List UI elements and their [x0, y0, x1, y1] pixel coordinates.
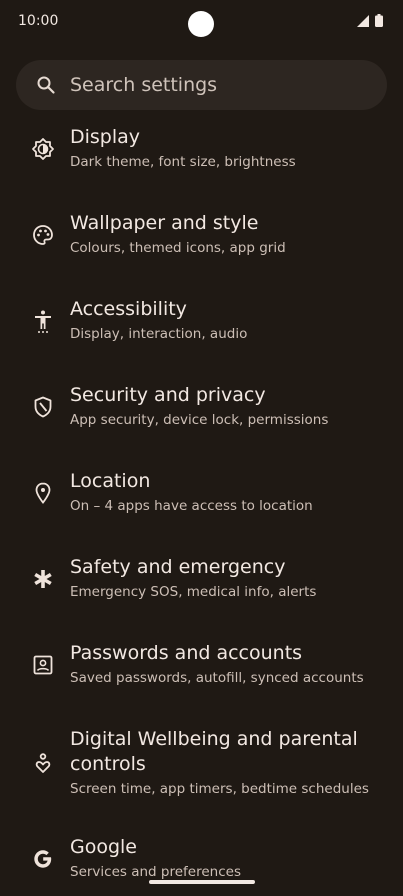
search-icon: [36, 75, 56, 95]
settings-item-passwords[interactable]: Passwords and accounts Saved passwords, …: [0, 632, 403, 712]
settings-item-display[interactable]: Display Dark theme, font size, brightnes…: [0, 116, 403, 196]
item-subtitle: Emergency SOS, medical info, alerts: [70, 584, 317, 600]
item-title: Digital Wellbeing and parental controls: [70, 728, 358, 775]
emergency-asterisk-icon: [30, 566, 56, 592]
item-title: Security and privacy: [70, 384, 266, 406]
search-bar[interactable]: Search settings: [16, 60, 387, 110]
home-indicator[interactable]: [149, 880, 255, 884]
item-subtitle: On – 4 apps have access to location: [70, 498, 313, 514]
settings-item-wallpaper[interactable]: Wallpaper and style Colours, themed icon…: [0, 202, 403, 282]
settings-item-wellbeing[interactable]: Digital Wellbeing and parental controls …: [0, 718, 403, 818]
item-subtitle: Services and preferences: [70, 864, 241, 880]
item-subtitle: Display, interaction, audio: [70, 326, 248, 342]
battery-icon: [375, 14, 383, 27]
status-time: 10:00: [18, 13, 59, 29]
settings-item-accessibility[interactable]: Accessibility Display, interaction, audi…: [0, 288, 403, 368]
brightness-icon: [30, 136, 56, 162]
item-title: Safety and emergency: [70, 556, 286, 578]
accessibility-icon: [30, 308, 56, 334]
item-subtitle: Colours, themed icons, app grid: [70, 240, 286, 256]
item-subtitle: Saved passwords, autofill, synced accoun…: [70, 670, 364, 686]
wellbeing-icon: [30, 751, 56, 777]
item-title: Passwords and accounts: [70, 642, 303, 664]
settings-item-security[interactable]: Security and privacy App security, devic…: [0, 374, 403, 454]
item-title: Wallpaper and style: [70, 212, 259, 234]
item-title: Accessibility: [70, 298, 187, 320]
item-subtitle: App security, device lock, permissions: [70, 412, 329, 428]
palette-icon: [30, 222, 56, 248]
google-icon: [30, 846, 56, 872]
status-bar: 10:00: [0, 0, 403, 44]
item-title: Location: [70, 470, 151, 492]
settings-item-location[interactable]: Location On – 4 apps have access to loca…: [0, 460, 403, 540]
item-subtitle: Dark theme, font size, brightness: [70, 154, 296, 170]
search-placeholder: Search settings: [70, 74, 218, 96]
account-box-icon: [30, 652, 56, 678]
settings-screen: 10:00 Search settings Display Dark theme…: [0, 0, 403, 896]
settings-item-safety[interactable]: Safety and emergency Emergency SOS, medi…: [0, 546, 403, 626]
item-title: Display: [70, 126, 141, 148]
settings-item-google[interactable]: Google Services and preferences: [0, 826, 403, 896]
item-title: Google: [70, 836, 138, 858]
status-icons: [357, 14, 383, 27]
location-pin-icon: [30, 480, 56, 506]
item-subtitle: Screen time, app timers, bedtime schedul…: [70, 781, 369, 797]
camera-cutout: [188, 11, 214, 37]
shield-icon: [30, 394, 56, 420]
signal-icon: [357, 14, 369, 27]
